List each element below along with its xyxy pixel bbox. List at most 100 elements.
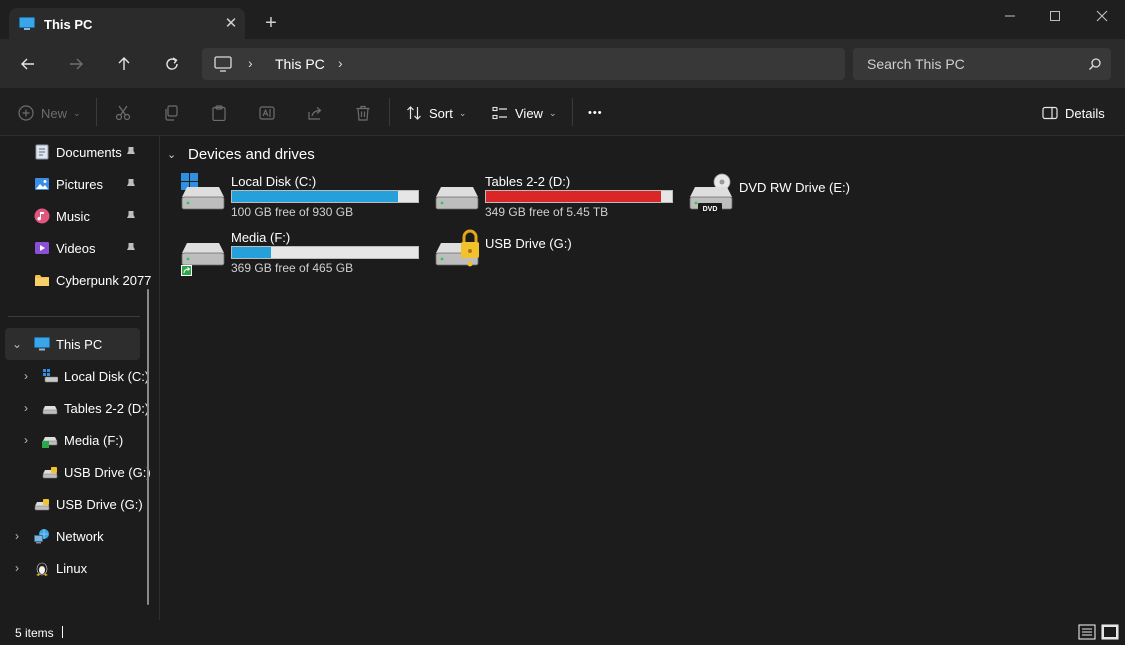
view-label: View [515,105,543,121]
linux-penguin-icon [36,562,48,576]
breadcrumb-this-pc[interactable]: This PC [275,56,325,72]
copy-icon [165,105,178,121]
sidebar-item-label: Tables 2-2 (D:) [64,401,150,416]
drive-tile-d[interactable]: Tables 2-2 (D:) 349 GB free of 5.45 TB [435,173,675,223]
maximize-icon[interactable] [1035,4,1075,28]
drive-icon [42,406,58,415]
windows-drive-icon [181,173,225,210]
paste-button[interactable] [211,102,227,124]
command-bar: New ⌄ Sort ⌄ View ⌄ ••• Details [0,88,1125,136]
computer-icon [19,17,35,30]
separator [96,98,97,126]
usage-bar-fill [232,247,272,258]
sidebar-item-this-pc[interactable]: ⌄ This PC [5,328,140,360]
shared-drive-icon [42,437,58,448]
sidebar-item-label: Videos [56,241,96,256]
sidebar-item-usb-drive[interactable]: USB Drive (G:) [0,456,151,488]
tab-this-pc[interactable]: This PC ✕ [9,8,245,42]
title-bar: This PC ✕ + [0,0,1125,42]
sidebar-item-usb-drive-root[interactable]: USB Drive (G:) [0,488,148,520]
drive-name: USB Drive (G:) [485,236,572,251]
pin-icon[interactable] [125,209,137,223]
sidebar-item-media-drive[interactable]: › Media (F:) [0,424,148,456]
share-button[interactable] [307,102,323,124]
sidebar-item-tables-drive[interactable]: › Tables 2-2 (D:) [0,392,150,424]
trash-icon [356,105,370,121]
drive-tile-c[interactable]: Local Disk (C:) 100 GB free of 930 GB [181,173,421,223]
content-area: ⌄ Devices and drives Local Disk (C:) 100… [161,136,1125,620]
group-header[interactable]: ⌄ Devices and drives [167,146,315,163]
pictures-icon [35,178,49,190]
chevron-right-icon[interactable]: › [10,561,24,575]
pin-icon[interactable] [125,241,137,255]
up-icon[interactable] [112,52,136,76]
tiles-view-icon[interactable] [1101,624,1119,640]
chevron-right-icon[interactable]: › [19,369,33,383]
chevron-down-icon: ⌄ [458,107,467,118]
sidebar-item-music[interactable]: Music [0,200,148,232]
sidebar-item-cyberpunk[interactable]: Cyberpunk 2077 [0,264,152,296]
more-options-button[interactable]: ••• [588,102,603,124]
paste-icon [212,105,226,121]
chevron-right-icon[interactable]: › [19,401,33,415]
windows-drive-icon [43,369,58,383]
drive-tile-g[interactable]: USB Drive (G:) [435,229,675,279]
chevron-down-icon[interactable]: ⌄ [167,148,179,161]
sidebar-item-videos[interactable]: Videos [0,232,148,264]
more-icon: ••• [588,107,603,119]
drive-name: DVD RW Drive (E:) [739,180,850,195]
back-icon[interactable] [16,52,40,76]
new-tab-button[interactable]: + [260,12,282,34]
forward-icon[interactable] [64,52,88,76]
status-bar: 5 items [0,620,1125,645]
sidebar-item-network[interactable]: › Network [0,520,148,552]
copy-button[interactable] [163,102,179,124]
sidebar-item-local-disk[interactable]: › Local Disk (C:) [0,360,149,392]
drive-tile-e[interactable]: DVD DVD RW Drive (E:) [689,173,929,223]
usage-bar [231,190,419,203]
drive-free-space: 100 GB free of 930 GB [231,205,354,219]
chevron-down-icon: ⌄ [548,107,557,118]
search-input[interactable] [867,55,1077,73]
computer-icon [34,337,50,351]
folder-icon [35,275,49,286]
close-window-icon[interactable] [1082,4,1122,28]
chevron-down-icon[interactable]: ⌄ [10,337,24,351]
view-button[interactable]: View ⌄ [492,102,557,124]
search-icon[interactable] [1088,57,1102,71]
pin-icon[interactable] [125,145,137,159]
breadcrumb-chevron-icon[interactable]: › [248,55,253,71]
sidebar-item-linux[interactable]: › Linux [0,552,148,584]
sidebar-scrollbar[interactable] [147,289,149,605]
details-view-icon[interactable] [1078,624,1096,640]
details-button[interactable]: Details [1042,102,1105,124]
sidebar-item-documents[interactable]: Documents [0,136,148,168]
delete-button[interactable] [355,102,371,124]
share-icon [308,107,322,120]
minimize-icon[interactable] [990,4,1030,28]
close-tab-icon[interactable]: ✕ [221,14,241,34]
usage-bar-fill [486,191,661,202]
dvd-label: DVD [703,206,718,213]
search-box[interactable] [853,48,1111,80]
videos-icon [35,242,49,254]
new-label: New [41,105,68,121]
new-button[interactable]: New ⌄ [18,102,81,124]
sidebar-item-label: Pictures [56,177,103,192]
sidebar-item-label: Cyberpunk 2077 [56,273,152,288]
breadcrumb-chevron-icon[interactable]: › [338,55,343,71]
group-title: Devices and drives [188,146,315,163]
sidebar-item-pictures[interactable]: Pictures [0,168,148,200]
navigation-bar: › This PC › [0,40,1125,88]
refresh-icon[interactable] [160,52,184,76]
pin-icon[interactable] [125,177,137,191]
sort-button[interactable]: Sort ⌄ [406,102,466,124]
rename-button[interactable] [259,102,275,124]
cut-button[interactable] [115,102,131,124]
drive-tile-f[interactable]: Media (F:) 369 GB free of 465 GB [181,229,421,279]
details-label: Details [1065,105,1105,121]
usage-bar-fill [232,191,398,202]
address-bar[interactable]: › This PC › [202,48,845,80]
chevron-right-icon[interactable]: › [19,433,33,447]
chevron-right-icon[interactable]: › [10,529,24,543]
